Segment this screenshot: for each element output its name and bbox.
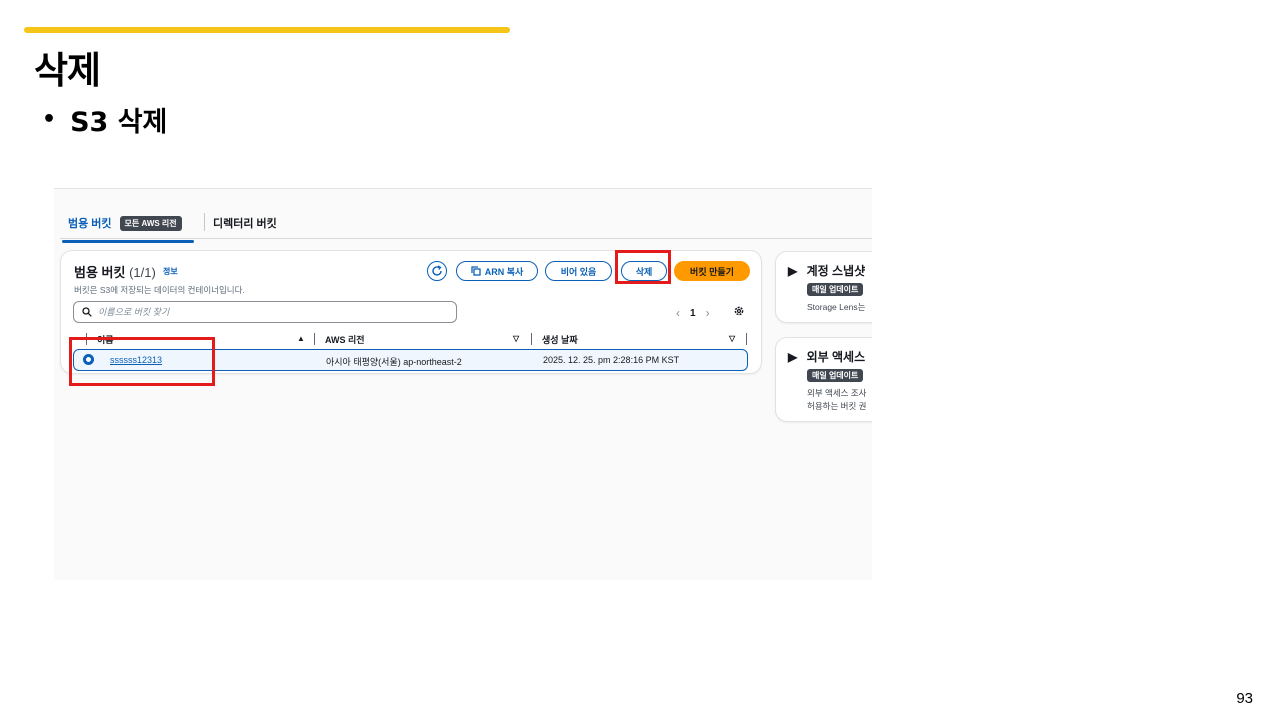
page-number: 93 [1236,690,1253,707]
expand-caret-icon[interactable]: ▶ [788,350,797,364]
panel-title: 범용 버킷 (1/1) [74,262,156,281]
column-divider [746,333,747,345]
empty-bucket-label: 비어 있음 [560,266,597,277]
copy-arn-button[interactable]: ARN 복사 [456,261,538,281]
sort-ascending-icon[interactable]: ▲ [297,334,305,343]
refresh-icon [432,265,442,276]
bullet-item: • S3 삭제 [42,100,167,139]
search-input[interactable] [98,307,438,317]
external-access-panel: ▶ 외부 액세스 매일 업데이트 외부 액세스 조사 허용하는 버킷 권 [775,337,872,422]
external-access-title-text: 외부 액세스 [806,350,866,364]
slide-title: 삭제 [34,49,101,92]
copy-icon [471,266,481,276]
account-snapshot-panel: ▶ 계정 스냅샷 매일 업데이트 Storage Lens는 [775,251,872,323]
account-snapshot-title-text: 계정 스냅샷 [806,264,866,278]
external-access-text-1: 외부 액세스 조사 [807,388,867,398]
pagination: ‹ 1 › [669,306,717,320]
bucket-type-tabs: 범용 버킷 모든 AWS 리전 디렉터리 버킷 [60,211,872,243]
column-header-created[interactable]: 생성 날짜 [542,333,578,346]
next-page-icon[interactable]: › [699,306,717,320]
daily-update-badge: 매일 업데이트 [807,369,864,382]
account-snapshot-text: Storage Lens는 [807,302,866,312]
create-bucket-button[interactable]: 버킷 만들기 [674,261,750,281]
copy-arn-label: ARN 복사 [484,266,524,277]
create-bucket-label: 버킷 만들기 [690,266,734,277]
title-accent-bar [24,27,510,33]
search-icon [82,307,92,317]
sort-icon[interactable]: ▽ [513,334,519,343]
tab-general-buckets[interactable]: 범용 버킷 모든 AWS 리전 [62,215,194,243]
panel-title-text: 범용 버킷 [74,265,126,280]
column-header-region[interactable]: AWS 리전 [325,333,365,346]
delete-button-highlight [615,250,671,284]
tab-divider [204,213,205,231]
bucket-count: (1/1) [129,265,156,280]
selected-row-highlight [69,337,215,386]
external-access-title[interactable]: ▶ 외부 액세스 [788,348,865,365]
prev-page-icon[interactable]: ‹ [669,306,687,320]
tab-directory-label: 디렉터리 버킷 [213,218,277,230]
empty-bucket-button[interactable]: 비어 있음 [545,261,612,281]
settings-gear-icon[interactable] [733,305,745,317]
account-snapshot-title[interactable]: ▶ 계정 스냅샷 [788,262,865,279]
refresh-button[interactable] [427,261,447,281]
bullet-dot: • [42,107,57,132]
daily-update-badge: 매일 업데이트 [807,283,864,296]
bucket-created-date: 2025. 12. 25. pm 2:28:16 PM KST [543,355,680,365]
panel-description: 버킷은 S3에 저장되는 데이터의 컨테이너입니다. [74,285,245,295]
info-link[interactable]: 정보 [163,266,178,277]
bucket-region: 아시아 태평양(서울) ap-northeast-2 [326,357,462,367]
bucket-search[interactable] [73,301,457,323]
all-regions-badge: 모든 AWS 리전 [119,215,182,231]
sort-icon[interactable]: ▽ [729,334,735,343]
bullet-text: S3 삭제 [70,107,168,138]
tab-general-label: 범용 버킷 [68,218,112,230]
external-access-text-2: 허용하는 버킷 권 [807,401,867,411]
column-divider [314,333,315,345]
column-divider [531,333,532,345]
current-page[interactable]: 1 [687,308,699,319]
expand-caret-icon[interactable]: ▶ [788,264,797,278]
tab-directory-buckets[interactable]: 디렉터리 버킷 [213,215,277,231]
